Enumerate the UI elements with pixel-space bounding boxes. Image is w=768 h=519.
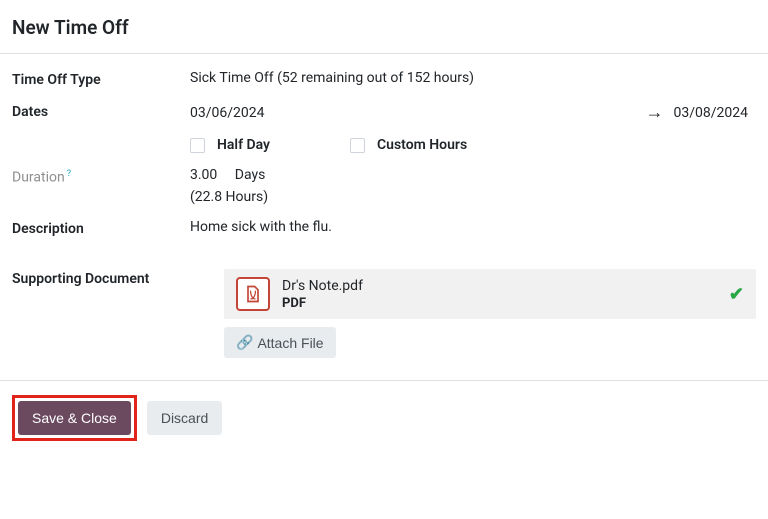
- custom-hours-checkbox[interactable]: [350, 138, 365, 153]
- attached-file-row[interactable]: Dr's Note.pdf PDF ✔: [224, 269, 756, 319]
- file-name: Dr's Note.pdf: [282, 278, 729, 294]
- attach-file-button[interactable]: 🔗 Attach File: [224, 327, 336, 358]
- custom-hours-label: Custom Hours: [377, 137, 467, 153]
- description-label: Description: [12, 219, 190, 237]
- supporting-document-label: Supporting Document: [12, 269, 224, 287]
- arrow-right-icon: →: [646, 102, 664, 123]
- date-end-input[interactable]: 03/08/2024: [674, 105, 757, 121]
- date-start-input[interactable]: 03/06/2024: [190, 105, 265, 121]
- time-off-type-label: Time Off Type: [12, 70, 190, 88]
- duration-value: 3.00: [190, 167, 217, 183]
- paperclip-icon: 🔗: [236, 334, 253, 351]
- half-day-label: Half Day: [217, 137, 270, 153]
- pdf-icon: [236, 277, 270, 311]
- discard-button[interactable]: Discard: [147, 401, 222, 435]
- save-and-close-button[interactable]: Save & Close: [18, 401, 131, 435]
- check-icon: ✔: [729, 284, 744, 305]
- help-icon[interactable]: ?: [67, 169, 71, 179]
- duration-label: Duration?: [12, 167, 190, 186]
- file-type: PDF: [282, 296, 729, 311]
- dates-label: Dates: [12, 102, 190, 120]
- half-day-checkbox[interactable]: [190, 138, 205, 153]
- time-off-type-value[interactable]: Sick Time Off (52 remaining out of 152 h…: [190, 70, 756, 86]
- page-title: New Time Off: [12, 16, 756, 39]
- description-value[interactable]: Home sick with the flu.: [190, 219, 756, 235]
- duration-unit: Days: [235, 167, 266, 183]
- save-highlight-box: Save & Close: [12, 395, 137, 441]
- duration-hours: (22.8 Hours): [190, 189, 756, 205]
